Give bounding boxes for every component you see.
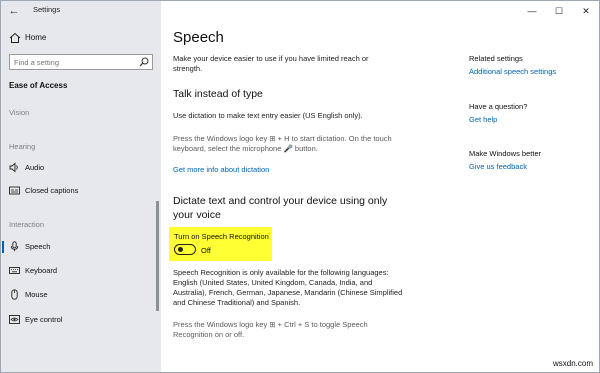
recognition-heading-line: your voice — [173, 209, 221, 221]
watermark: wsxdn.com — [552, 359, 593, 368]
dictation-heading: Talk instead of type — [173, 88, 263, 100]
title-bar: ← Settings — [1, 1, 161, 21]
recognition-shortcut-hint: Press the Windows logo key ⊞ + Ctrl + S … — [173, 320, 368, 340]
shortcut-line: Press the Windows logo key ⊞ + Ctrl + S … — [173, 320, 368, 329]
maximize-icon[interactable]: ☐ — [552, 4, 566, 18]
captions-icon — [9, 186, 20, 195]
intro-text: Make your device easier to use if you ha… — [173, 54, 369, 74]
availability-line: Speech Recognition is only available for… — [173, 268, 389, 277]
dictation-hint: Press the Windows logo key ⊞ + H to star… — [173, 134, 392, 154]
sidebar-item-mouse[interactable]: Mouse — [1, 287, 159, 303]
availability-line: Australia), French, German, Japanese, Ma… — [173, 288, 403, 297]
speaker-icon — [9, 162, 18, 173]
sidebar-item-label: Eye control — [25, 315, 63, 324]
availability-text: Speech Recognition is only available for… — [173, 268, 402, 308]
dictation-info-link[interactable]: Get more info about dictation — [173, 165, 269, 174]
dictation-hint-line: keyboard, select the microphone 🎤 button… — [173, 144, 318, 153]
sidebar-item-speech[interactable]: Speech — [1, 239, 159, 255]
search-icon[interactable] — [139, 57, 149, 67]
search-input[interactable] — [14, 57, 132, 68]
intro-line: strength. — [173, 64, 203, 73]
nav-home-label: Home — [25, 33, 47, 42]
intro-line: Make your device easier to use if you ha… — [173, 54, 369, 63]
make-windows-better-heading: Make Windows better — [469, 149, 542, 158]
speech-recognition-toggle-label: Turn on Speech Recognition — [174, 232, 269, 241]
speech-recognition-toggle[interactable] — [174, 244, 196, 255]
sidebar-item-keyboard[interactable]: Keyboard — [1, 263, 159, 279]
dictation-description: Use dictation to make text entry easier … — [173, 111, 363, 120]
toggle-knob — [178, 247, 183, 252]
main-content: — ☐ ✕ Speech Make your device easier to … — [161, 1, 599, 372]
eye-control-icon — [9, 315, 20, 324]
sidebar-item-label: Keyboard — [25, 266, 58, 275]
sidebar-item-closed-captions[interactable]: Closed captions — [1, 183, 159, 199]
get-help-link[interactable]: Get help — [469, 115, 497, 124]
toggle-state-text: Off — [201, 246, 211, 255]
minimize-icon[interactable]: — — [525, 4, 539, 18]
search-box[interactable] — [9, 54, 153, 70]
settings-window: ← Settings Home Ease of Access Vision He… — [0, 0, 600, 373]
related-settings-heading: Related settings — [469, 54, 523, 63]
group-label-interaction: Interaction — [9, 220, 45, 229]
nav-home[interactable]: Home — [9, 31, 149, 47]
sidebar-scrollbar[interactable] — [156, 201, 159, 311]
sidebar-item-label: Speech — [25, 242, 51, 251]
feedback-link[interactable]: Give us feedback — [469, 162, 527, 171]
window-controls: — ☐ ✕ — [525, 4, 595, 18]
page-title: Speech — [173, 29, 224, 46]
availability-line: and Chinese Traditional) and Spanish. — [173, 298, 301, 307]
recognition-heading: Dictate text and control your device usi… — [173, 194, 387, 222]
sidebar: ← Settings Home Ease of Access Vision He… — [1, 1, 161, 372]
section-title: Ease of Access — [9, 81, 68, 90]
group-label-hearing: Hearing — [9, 142, 36, 151]
keyboard-icon — [9, 267, 20, 274]
group-label-vision: Vision — [9, 108, 30, 117]
close-icon[interactable]: ✕ — [579, 4, 593, 18]
recognition-heading-line: Dictate text and control your device usi… — [173, 195, 388, 207]
sidebar-item-label: Closed captions — [25, 186, 79, 195]
mouse-icon — [11, 289, 18, 300]
sidebar-item-audio[interactable]: Audio — [1, 160, 159, 176]
home-icon — [9, 32, 21, 43]
back-arrow-icon[interactable]: ← — [7, 4, 21, 18]
sidebar-item-label: Audio — [25, 163, 45, 172]
availability-line: English (United States, United Kingdom, … — [173, 278, 373, 287]
sidebar-item-eye-control[interactable]: Eye control — [1, 312, 159, 328]
additional-speech-settings-link[interactable]: Additional speech settings — [469, 67, 556, 76]
question-heading: Have a question? — [469, 102, 528, 111]
sidebar-item-label: Mouse — [25, 290, 48, 299]
dictation-hint-line: Press the Windows logo key ⊞ + H to star… — [173, 134, 392, 143]
microphone-icon — [10, 241, 19, 252]
shortcut-line: Recognition on or off. — [173, 330, 245, 339]
app-title: Settings — [33, 5, 61, 14]
